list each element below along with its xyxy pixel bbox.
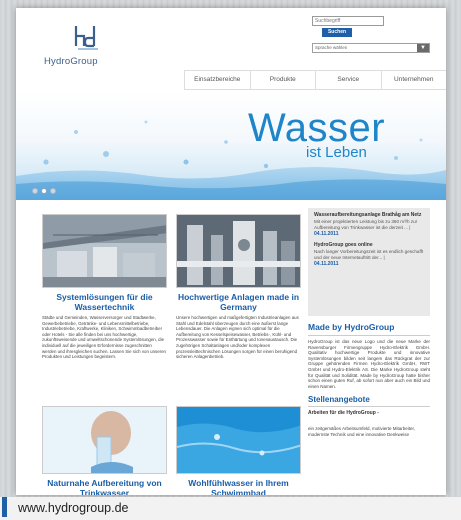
card-hochwertige-anlagen: Hochwertige Anlagen made in Germany Unse… [176, 214, 301, 360]
card-title[interactable]: Wohlfühlwasser in Ihrem Schwimmbad [176, 478, 301, 495]
card-image-industrial-hall[interactable] [42, 214, 167, 288]
news-text: Mit einer projektierten Leistung bis zu … [314, 219, 418, 230]
made-by-title: Made by HydroGroup [308, 322, 430, 336]
news-date: 04.11.2011 [314, 231, 339, 238]
card-image-pipes[interactable] [176, 214, 301, 288]
card-title[interactable]: Systemlösungen für die Wassertechnik [42, 292, 167, 312]
website-page: HydroGroup Suchbegriff Suchen Sprache wä… [16, 8, 446, 495]
sidebar: Wasseraufbereitungsanlage Brathåg am Net… [308, 208, 430, 438]
card-text: Unsere hochwertigen und maßgefertigten I… [176, 315, 299, 360]
made-by-text: HydroGroup ist das neue Logo und die neu… [308, 339, 430, 389]
card-schwimmbad: Wohlfühlwasser in Ihrem Schwimmbad [176, 406, 301, 495]
search-input[interactable]: Suchbegriff [312, 16, 384, 26]
hero-banner[interactable]: Wasser ist Leben [16, 92, 446, 200]
main-navigation: Einsatzbereiche Produkte Service Unterne… [184, 70, 446, 90]
jobs-text: ein zeitgemäßes Arbeitsumfeld, motiviert… [308, 426, 416, 437]
brand-name: HydroGroup [44, 56, 98, 67]
card-systemloesungen: Systemlösungen für die Wassertechnik Stä… [42, 214, 167, 360]
nav-item-produkte[interactable]: Produkte [249, 71, 316, 89]
caption-accent [2, 497, 7, 517]
news-date: 04.11.2011 [314, 261, 339, 268]
language-select-placeholder: Sprache wählen [315, 45, 348, 50]
news-box: Wasseraufbereitungsanlage Brathåg am Net… [308, 208, 430, 316]
search-button[interactable]: Suchen [322, 28, 352, 37]
news-headline[interactable]: HydroGroup goes online [314, 242, 424, 248]
slider-dot-active[interactable] [41, 188, 47, 194]
card-text: Städte und Gemeinden, Wasserversorger un… [42, 315, 166, 360]
caption-url: www.hydrogroup.de [18, 501, 129, 515]
slider-dots [32, 188, 56, 194]
jobs-title[interactable]: Stellenangebote [308, 395, 430, 408]
card-trinkwasser: Naturnahe Aufbereitung von Trinkwasser [42, 406, 167, 495]
hydrogroup-logo-icon [74, 26, 98, 50]
nav-item-service[interactable]: Service [315, 71, 381, 89]
chevron-down-icon: ▼ [417, 44, 429, 52]
nav-item-unternehmen[interactable]: Unternehmen [380, 71, 447, 89]
card-title[interactable]: Naturnahe Aufbereitung von Trinkwasser [42, 478, 167, 495]
news-headline[interactable]: Wasseraufbereitungsanlage Brathåg am Net… [314, 212, 424, 218]
card-image-drinking-water[interactable] [42, 406, 167, 474]
hero-subtitle: ist Leben [306, 144, 367, 161]
slider-dot[interactable] [32, 188, 38, 194]
card-image-swimming-pool[interactable] [176, 406, 301, 474]
language-select[interactable]: Sprache wählen ▼ [312, 43, 430, 53]
slider-dot[interactable] [50, 188, 56, 194]
card-title[interactable]: Hochwertige Anlagen made in Germany [176, 292, 301, 312]
nav-item-einsatzbereiche[interactable]: Einsatzbereiche [184, 71, 250, 89]
news-text: Nach langer Vorbereitungszeit ist es end… [314, 249, 424, 260]
jobs-subtitle: Arbeiten für die HydroGroup - [308, 410, 379, 417]
